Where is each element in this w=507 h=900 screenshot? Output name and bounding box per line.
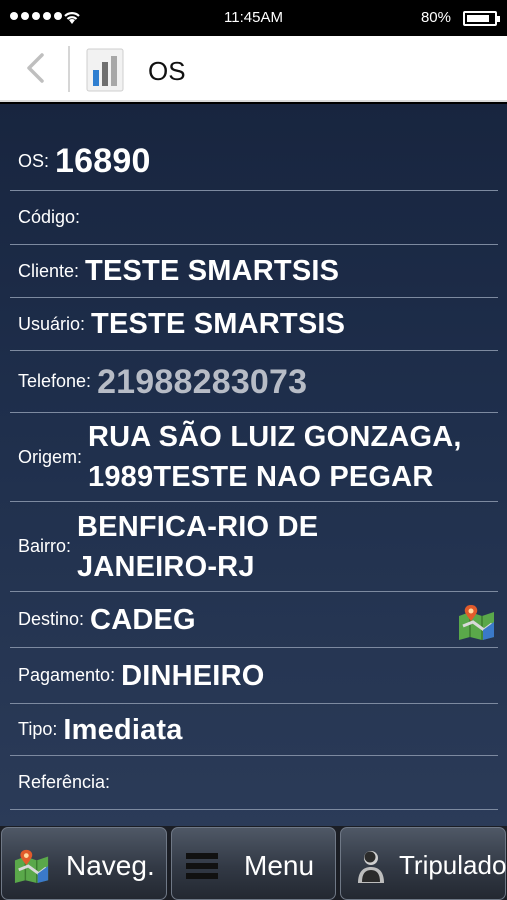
- field-value-line: 1989TESTE NAO PEGAR: [88, 461, 434, 493]
- field-value-line: RUA SÃO LUIZ GONZAGA,: [88, 421, 462, 453]
- field-telefone: Telefone: 21988283073: [10, 351, 498, 413]
- field-value: TESTE SMARTSIS: [91, 308, 346, 340]
- map-icon: [14, 849, 49, 884]
- battery-icon: [463, 11, 500, 26]
- field-value: TESTE SMARTSIS: [85, 255, 340, 287]
- field-label: Destino:: [18, 609, 85, 629]
- field-origem: Origem: RUA SÃO LUIZ GONZAGA, 1989TESTE …: [10, 413, 498, 502]
- battery-percent: 80%: [420, 9, 451, 26]
- field-value-line: BENFICA-RIO DE: [77, 510, 319, 543]
- header-divider: [68, 46, 70, 92]
- field-usuario: Usuário: TESTE SMARTSIS: [10, 298, 498, 351]
- tripulado-button[interactable]: Tripulado: [340, 827, 506, 900]
- field-label: Usuário:: [18, 313, 86, 334]
- field-destino: Destino: CADEG: [10, 592, 498, 648]
- field-label: Origem:: [18, 446, 83, 467]
- field-tipo: Tipo: Imediata: [10, 704, 498, 756]
- field-value: Imediata: [63, 713, 183, 746]
- app-chart-icon: [86, 48, 124, 92]
- naveg-button[interactable]: Naveg.: [1, 827, 167, 900]
- field-referencia: Referência:: [10, 756, 498, 810]
- field-pagamento: Pagamento: DINHEIRO: [10, 648, 498, 704]
- field-label: Código:: [18, 207, 81, 227]
- menu-label: Menu: [244, 850, 315, 881]
- page-title: OS: [148, 56, 186, 86]
- field-label: Bairro:: [18, 536, 72, 556]
- menu-icon: [186, 853, 218, 879]
- field-value: CADEG: [90, 603, 196, 636]
- field-label: Pagamento:: [18, 665, 116, 685]
- field-value: DINHEIRO: [121, 659, 265, 692]
- menu-button[interactable]: Menu: [171, 827, 336, 900]
- field-label: Referência:: [18, 772, 111, 792]
- field-label: Telefone:: [18, 371, 92, 391]
- field-value: 16890: [55, 142, 151, 180]
- field-label: Tipo:: [18, 719, 58, 739]
- field-codigo: Código:: [10, 191, 498, 245]
- field-bairro: Bairro: BENFICA-RIO DE JANEIRO-RJ: [10, 502, 498, 592]
- field-value: BENFICA-RIO DE JANEIRO-RJ: [77, 507, 318, 587]
- bottom-nav: Naveg. Menu Tripulado: [0, 826, 507, 900]
- field-value-line: JANEIRO-RJ: [77, 550, 255, 583]
- field-label: Cliente:: [18, 260, 80, 281]
- map-icon[interactable]: [458, 604, 496, 640]
- os-details: OS: 16890 Código: Cliente: TESTE SMARTSI…: [0, 104, 507, 826]
- field-os: OS: 16890: [10, 132, 498, 191]
- phone-value[interactable]: 21988283073: [97, 362, 307, 402]
- naveg-label: Naveg.: [66, 850, 155, 881]
- person-icon: [358, 851, 384, 883]
- app-header: OS: [0, 36, 507, 102]
- field-value: RUA SÃO LUIZ GONZAGA, 1989TESTE NAO PEGA…: [88, 417, 462, 497]
- tripulado-label: Tripulado: [399, 850, 507, 880]
- field-label: OS:: [18, 150, 50, 171]
- status-bar: 11:45AM 80%: [0, 0, 507, 36]
- field-cliente: Cliente: TESTE SMARTSIS: [10, 245, 498, 298]
- back-icon[interactable]: [18, 50, 54, 86]
